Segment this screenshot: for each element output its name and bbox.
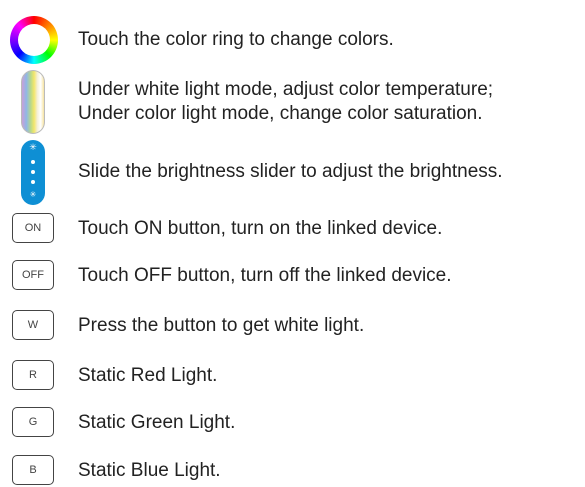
slider-dot <box>31 160 35 164</box>
blue-button[interactable]: B <box>12 455 54 485</box>
red-row: R Static Red Light. <box>0 360 585 394</box>
color-temperature-slider-icon[interactable] <box>21 70 45 134</box>
brightness-description: Slide the brightness slider to adjust th… <box>78 161 503 182</box>
red-button[interactable]: R <box>12 360 54 390</box>
white-description: Press the button to get white light. <box>78 315 365 336</box>
color-temperature-line-2: Under color light mode, change color sat… <box>78 103 483 124</box>
off-button[interactable]: OFF <box>12 260 54 290</box>
green-row: G Static Green Light. <box>0 407 585 441</box>
on-description: Touch ON button, turn on the linked devi… <box>78 218 443 239</box>
off-row: OFF Touch OFF button, turn off the linke… <box>0 260 585 294</box>
color-ring-icon[interactable] <box>9 15 59 65</box>
green-description: Static Green Light. <box>78 412 236 433</box>
on-row: ON Touch ON button, turn on the linked d… <box>0 213 585 247</box>
brightness-slider-icon[interactable]: ✳ ✳ <box>21 140 45 205</box>
color-ring-row: Touch the color ring to change colors. <box>0 0 585 80</box>
sun-icon: ✳ <box>29 142 37 152</box>
color-temperature-line-1: Under white light mode, adjust color tem… <box>78 79 494 100</box>
slider-dot <box>31 180 35 184</box>
color-temperature-row: Under white light mode, adjust color tem… <box>0 70 585 140</box>
green-button[interactable]: G <box>12 407 54 437</box>
off-description: Touch OFF button, turn off the linked de… <box>78 265 452 286</box>
on-button[interactable]: ON <box>12 213 54 243</box>
brightness-row: ✳ ✳ Slide the brightness slider to adjus… <box>0 140 585 208</box>
slider-dot <box>31 170 35 174</box>
red-description: Static Red Light. <box>78 365 218 386</box>
sun-small-icon: ✳ <box>29 190 37 199</box>
white-row: W Press the button to get white light. <box>0 310 585 344</box>
white-button[interactable]: W <box>12 310 54 340</box>
blue-description: Static Blue Light. <box>78 460 221 481</box>
blue-row: B Static Blue Light. <box>0 455 585 487</box>
color-ring-description: Touch the color ring to change colors. <box>78 29 394 50</box>
